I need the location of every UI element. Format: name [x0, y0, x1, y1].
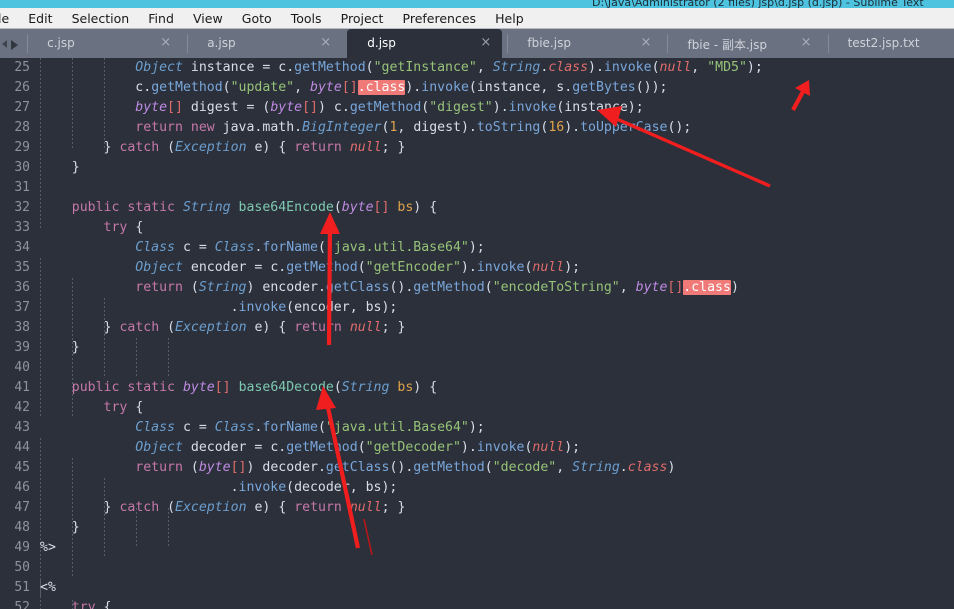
- line-number: 30: [14, 160, 30, 175]
- tab-divider: [27, 34, 29, 53]
- tab-label: d.jsp: [367, 36, 396, 50]
- menu-item-edit[interactable]: Edit: [21, 9, 59, 29]
- line-number: 36: [14, 280, 30, 295]
- window-title: D:\Java\Administrator (2 files) jsp\d.js…: [592, 0, 924, 8]
- close-icon[interactable]: ×: [801, 36, 812, 49]
- code-line[interactable]: } catch (Exception e) { return null; }: [40, 498, 406, 518]
- line-number: 27: [14, 100, 30, 115]
- code-line[interactable]: try {: [40, 218, 144, 238]
- code-line[interactable]: Object decoder = c.getMethod("getDecoder…: [40, 438, 580, 458]
- title-bar: D:\Java\Administrator (2 files) jsp\d.js…: [0, 0, 954, 8]
- line-number: 50: [14, 560, 30, 575]
- close-icon[interactable]: ×: [480, 36, 491, 49]
- line-number-gutter: 25 26 27 28 29 30 31 32 33 34 35 36 37 3…: [0, 58, 40, 609]
- tab-label: fbie - 副本.jsp: [687, 38, 768, 52]
- line-number: 41: [14, 380, 30, 395]
- menu-item-find[interactable]: Find: [141, 9, 181, 29]
- tab-divider: [827, 34, 829, 53]
- line-number: 43: [14, 420, 30, 435]
- code-line[interactable]: try {: [40, 598, 112, 609]
- line-number: 32: [14, 200, 30, 215]
- line-number: 46: [14, 480, 30, 495]
- indent-guide: [136, 338, 137, 378]
- tab-divider: [187, 34, 189, 53]
- chevron-left-icon[interactable]: [2, 40, 7, 48]
- line-number: 51: [14, 580, 30, 595]
- tab-c-jsp[interactable]: c.jsp ×: [27, 29, 183, 58]
- code-line[interactable]: } catch (Exception e) { return null; }: [40, 318, 406, 338]
- code-line[interactable]: }: [40, 338, 80, 358]
- menu-item-tools[interactable]: Tools: [284, 9, 329, 29]
- line-number: 28: [14, 120, 30, 135]
- code-editor[interactable]: 25 26 27 28 29 30 31 32 33 34 35 36 37 3…: [0, 58, 954, 609]
- menu-item-file[interactable]: le: [0, 9, 16, 29]
- line-number: 37: [14, 300, 30, 315]
- chevron-right-icon[interactable]: [11, 40, 18, 50]
- code-line[interactable]: %>: [40, 538, 56, 558]
- line-number: 44: [14, 440, 30, 455]
- menu-bar[interactable]: le Edit Selection Find View Goto Tools P…: [0, 8, 954, 29]
- line-number: 29: [14, 140, 30, 155]
- tab-label: test2.jsp.txt: [847, 36, 920, 50]
- code-line[interactable]: c.getMethod("update", byte[].class).invo…: [40, 78, 667, 98]
- menu-item-help[interactable]: Help: [488, 9, 531, 29]
- tab-bar: c.jsp × a.jsp × d.jsp × fbie.jsp × fbie …: [0, 29, 954, 58]
- line-number: 34: [14, 240, 30, 255]
- line-number: 49: [14, 540, 30, 555]
- indent-guide: [168, 338, 169, 378]
- code-text-area[interactable]: Object instance = c.getMethod("getInstan…: [40, 58, 954, 609]
- line-number: 26: [14, 80, 30, 95]
- line-number: 47: [14, 500, 30, 515]
- line-number: 33: [14, 220, 30, 235]
- code-line[interactable]: public static String base64Encode(byte[]…: [40, 198, 437, 218]
- code-line[interactable]: }: [40, 158, 80, 178]
- line-number: 45: [14, 460, 30, 475]
- tab-fbie-copy-jsp[interactable]: fbie - 副本.jsp ×: [667, 29, 823, 58]
- code-line[interactable]: byte[] digest = (byte[]) c.getMethod("di…: [40, 98, 643, 118]
- line-number: 40: [14, 360, 30, 375]
- tab-divider: [667, 34, 669, 53]
- tab-divider: [507, 34, 509, 53]
- line-number: 48: [14, 520, 30, 535]
- tab-a-jsp[interactable]: a.jsp ×: [187, 29, 343, 58]
- line-number: 25: [14, 60, 30, 75]
- close-icon[interactable]: ×: [160, 36, 171, 49]
- menu-item-goto[interactable]: Goto: [235, 9, 279, 29]
- menu-item-selection[interactable]: Selection: [65, 9, 137, 29]
- code-line[interactable]: .invoke(encoder, bs);: [40, 298, 398, 318]
- code-line[interactable]: }: [40, 518, 80, 538]
- close-icon[interactable]: ×: [640, 36, 651, 49]
- tab-label: a.jsp: [207, 36, 236, 50]
- line-number: 38: [14, 320, 30, 335]
- menu-item-preferences[interactable]: Preferences: [396, 9, 484, 29]
- tab-scroll-arrows[interactable]: [0, 29, 22, 58]
- menu-item-view[interactable]: View: [186, 9, 230, 29]
- sublime-text-window: D:\Java\Administrator (2 files) jsp\d.js…: [0, 0, 954, 609]
- line-number: 35: [14, 260, 30, 275]
- menu-item-project[interactable]: Project: [334, 9, 391, 29]
- line-number: 52: [14, 600, 30, 609]
- tab-d-jsp[interactable]: d.jsp ×: [347, 29, 503, 58]
- tab-fbie-jsp[interactable]: fbie.jsp ×: [507, 29, 663, 58]
- line-number: 31: [14, 180, 30, 195]
- code-line[interactable]: <%: [40, 578, 56, 598]
- line-number: 39: [14, 340, 30, 355]
- code-line[interactable]: Class c = Class.forName("java.util.Base6…: [40, 238, 484, 258]
- code-line[interactable]: try {: [40, 398, 144, 418]
- code-line[interactable]: return new java.math.BigInteger(1, diges…: [40, 118, 691, 138]
- code-line[interactable]: } catch (Exception e) { return null; }: [40, 138, 406, 158]
- code-line[interactable]: public static byte[] base64Decode(String…: [40, 378, 437, 398]
- code-line[interactable]: .invoke(decoder, bs);: [40, 478, 398, 498]
- tab-label: c.jsp: [47, 36, 75, 50]
- code-line[interactable]: Object encoder = c.getMethod("getEncoder…: [40, 258, 580, 278]
- code-line[interactable]: Object instance = c.getMethod("getInstan…: [40, 58, 763, 78]
- code-line[interactable]: return (byte[]) decoder.getClass().getMe…: [40, 458, 675, 478]
- tab-label: fbie.jsp: [527, 36, 571, 50]
- tab-test2-jsp-txt[interactable]: test2.jsp.txt ×: [827, 29, 954, 58]
- code-line[interactable]: return (String) encoder.getClass().getMe…: [40, 278, 739, 298]
- code-line[interactable]: Class c = Class.forName("java.util.Base6…: [40, 418, 484, 438]
- close-icon[interactable]: ×: [320, 36, 331, 49]
- line-number: 42: [14, 400, 30, 415]
